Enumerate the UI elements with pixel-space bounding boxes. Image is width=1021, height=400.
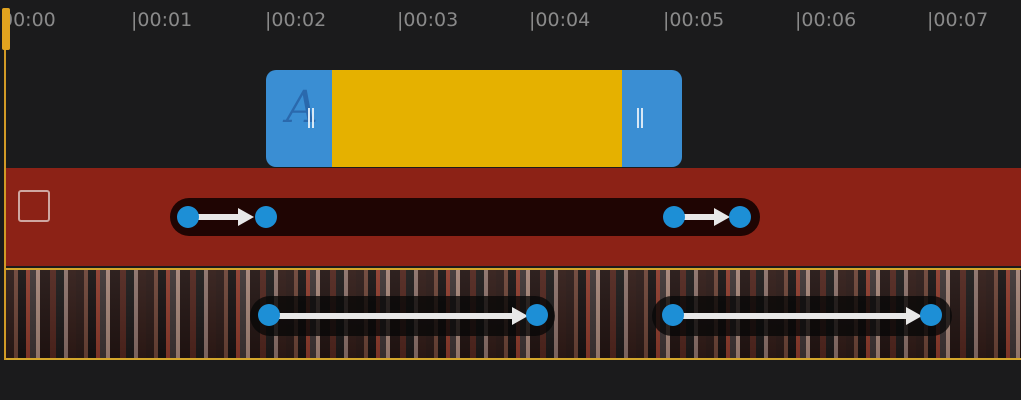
playhead-handle[interactable] [2,8,10,50]
empty-track-area[interactable] [0,360,1021,400]
trim-handle-right[interactable] [637,108,643,128]
checkbox-icon[interactable] [18,190,50,222]
keyframe-dot-icon[interactable] [526,304,548,326]
keyframe-dot-icon[interactable] [920,304,942,326]
keyframe-dot-icon[interactable] [729,206,751,228]
keyframe-dot-icon[interactable] [662,304,684,326]
arrow-right-icon [674,313,910,319]
text-clip-body[interactable] [332,70,622,167]
ruler-tick-label: |00:06 [795,9,857,31]
ruler-tick-label: |00:02 [265,9,327,31]
ruler-tick-label: |00:01 [131,9,193,31]
ruler-tick-label: |00:03 [397,9,459,31]
keyframe-dot-icon[interactable] [663,206,685,228]
keyframe-dot-icon[interactable] [258,304,280,326]
keyframe-dot-icon[interactable] [255,206,277,228]
text-clip[interactable]: A [266,70,682,167]
ruler-tick-label: |00:04 [529,9,591,31]
timeline-ruler[interactable]: 00:00 |00:01 |00:02 |00:03 |00:04 |00:05… [0,0,1021,44]
arrow-head-icon [714,208,730,226]
arrow-head-icon [238,208,254,226]
trim-handle-left[interactable] [308,108,314,128]
playhead-line[interactable] [4,40,6,360]
keyframe-dot-icon[interactable] [177,206,199,228]
ruler-tick-label: |00:07 [927,9,989,31]
ruler-tick-label: |00:05 [663,9,725,31]
arrow-right-icon [270,313,514,319]
